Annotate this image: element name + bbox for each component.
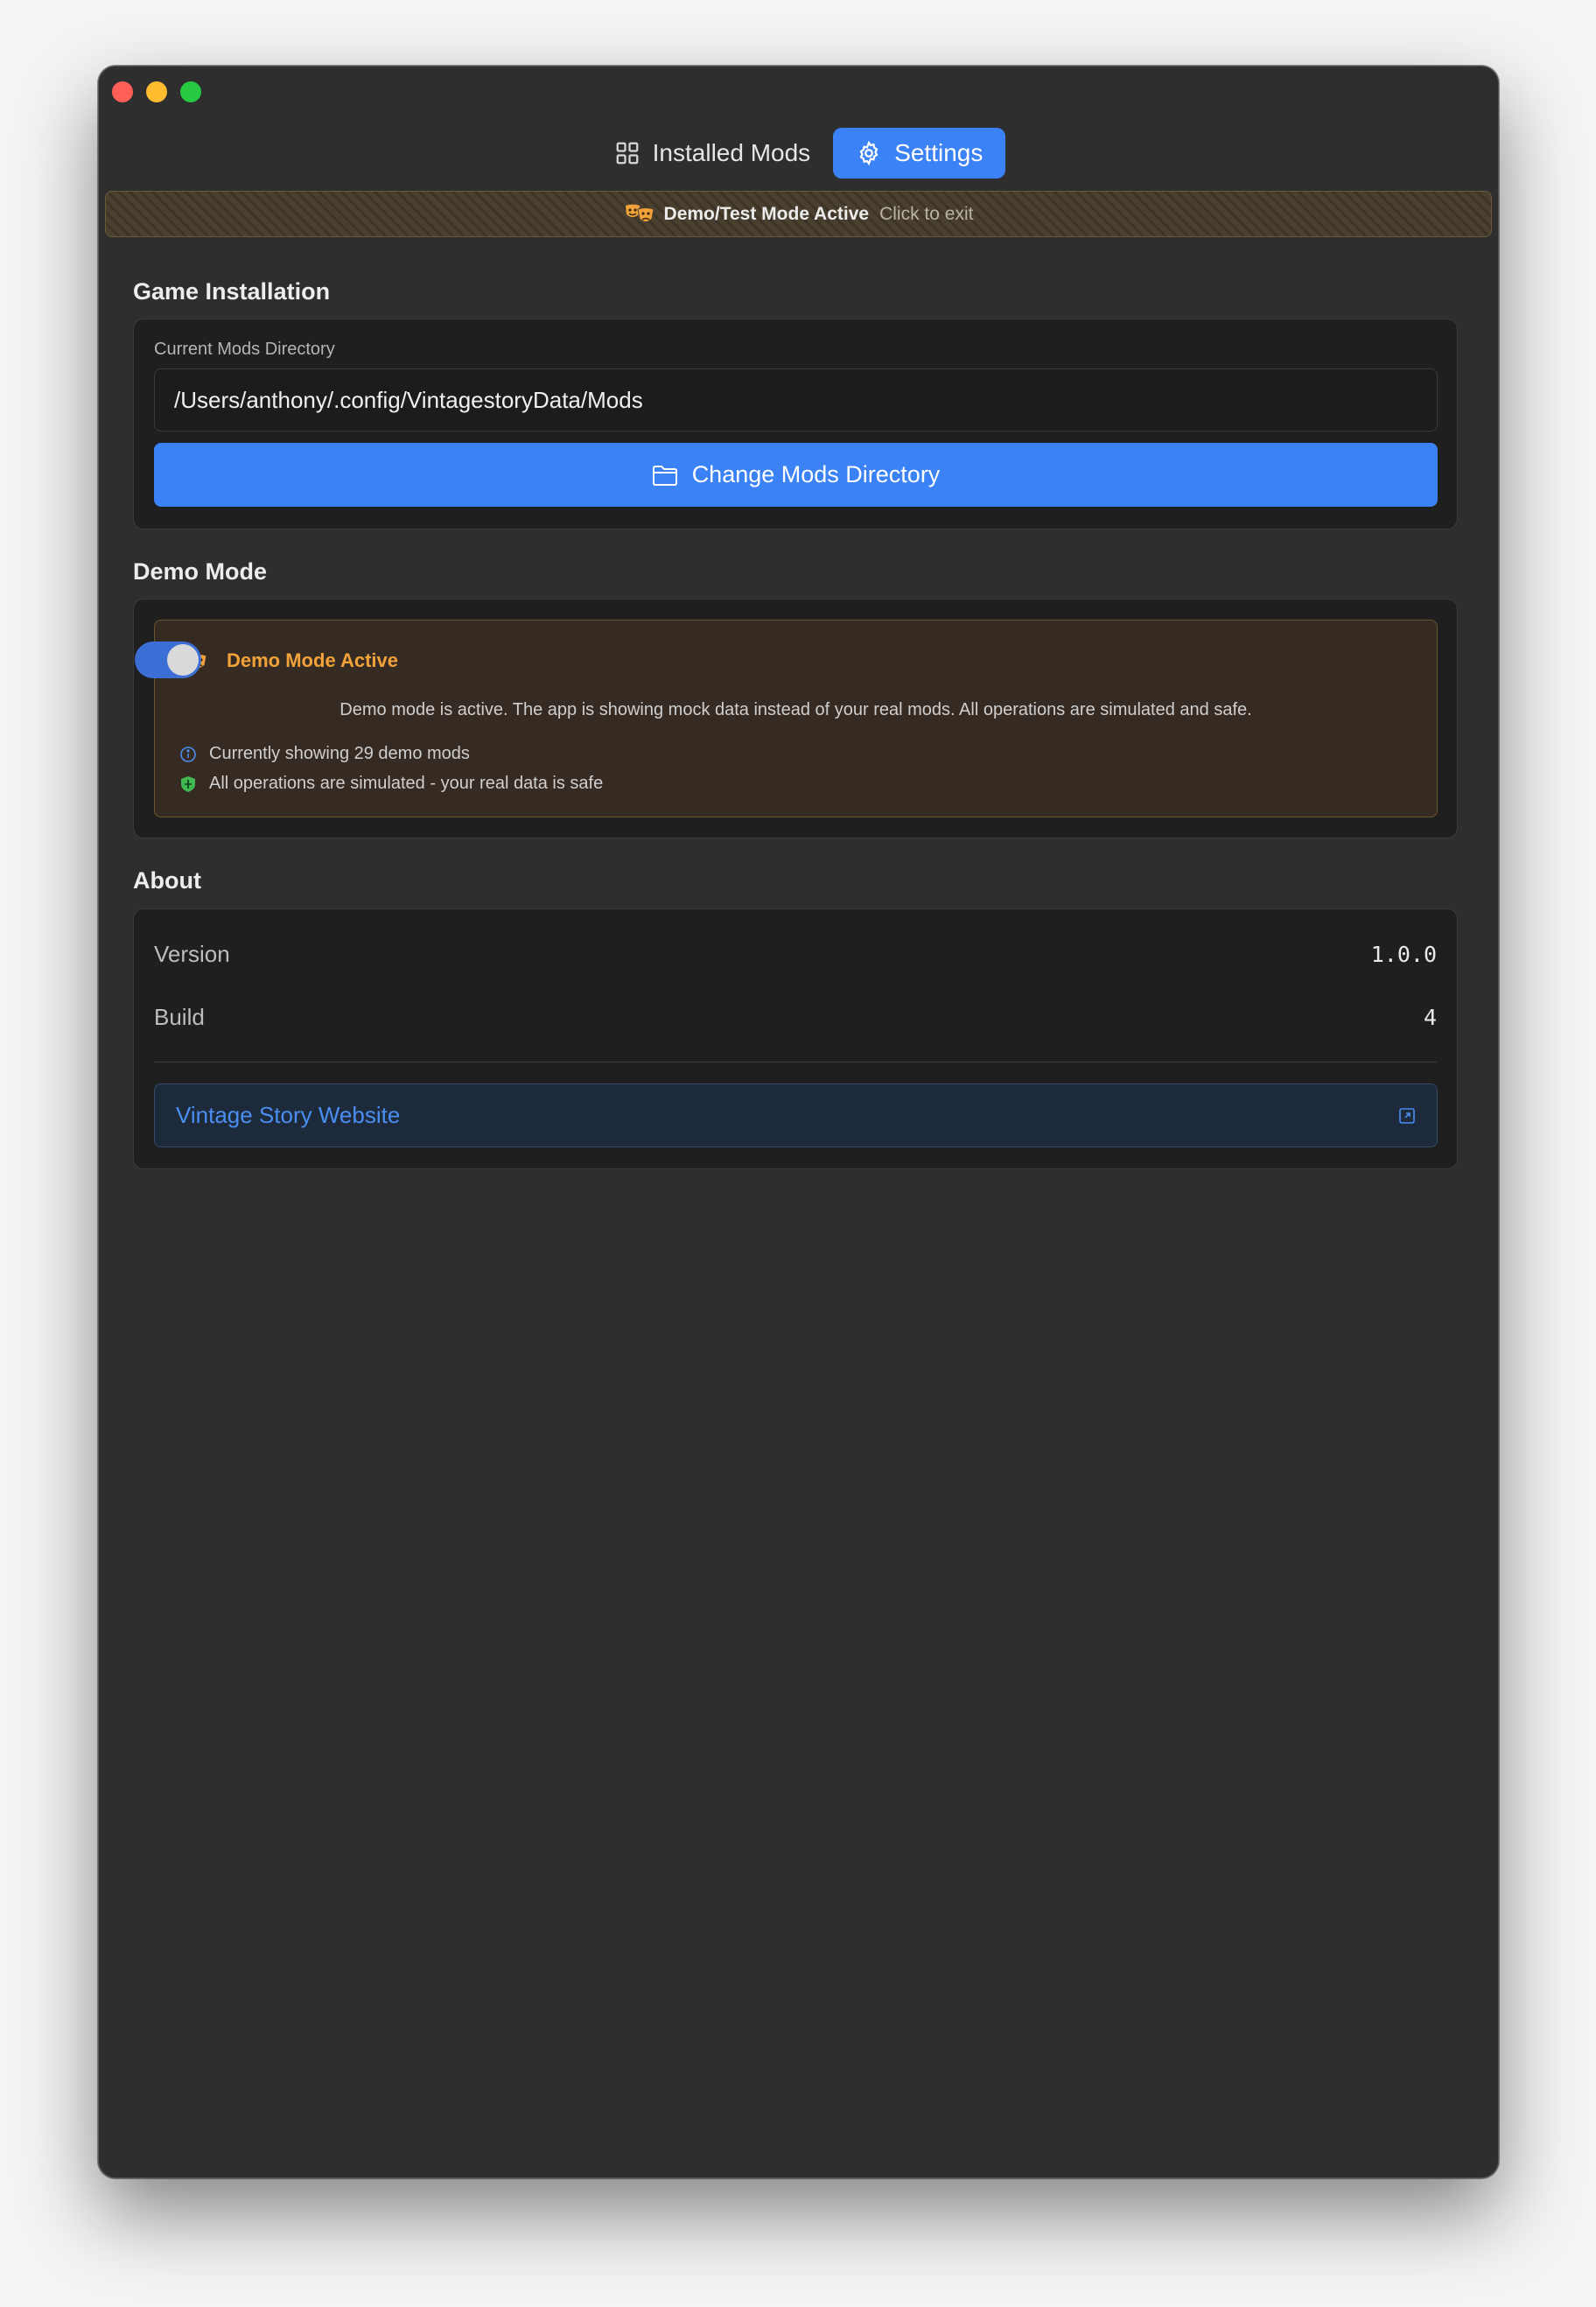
theater-masks-icon	[625, 204, 654, 222]
demo-info-line: Currently showing 29 demo mods	[179, 744, 470, 764]
build-value: 4	[1423, 1005, 1437, 1030]
shield-icon	[181, 775, 195, 792]
gear-icon	[859, 140, 878, 166]
demo-mode-heading: Demo Mode Active	[227, 649, 399, 671]
tab-bar: Installed Mods Settings	[99, 128, 1498, 179]
maximize-window-button[interactable]	[180, 81, 201, 102]
folder-icon	[652, 465, 677, 486]
demo-info-text: Currently showing 29 demo mods	[209, 744, 470, 763]
change-mods-directory-button[interactable]: Change Mods Directory	[154, 443, 1438, 507]
tab-label: Installed Mods	[652, 139, 811, 166]
demo-safe-line: All operations are simulated - your real…	[179, 774, 603, 794]
grid-icon	[616, 142, 639, 165]
demo-mode-toggle[interactable]	[135, 642, 201, 678]
banner-exit-label: Click to exit	[879, 203, 974, 224]
mods-directory-path: /Users/anthony/.config/VintagestoryData/…	[174, 386, 643, 413]
demo-mode-panel: Demo Mode Active Demo mode is active. Th…	[135, 620, 1438, 817]
external-link-icon	[1399, 1107, 1415, 1124]
section-title-about: About	[133, 867, 201, 894]
app-window: Installed Mods Settings Demo/Test Mode A…	[98, 66, 1499, 2178]
demo-mode-banner[interactable]: Demo/Test Mode Active Click to exit	[105, 191, 1492, 237]
demo-mode-description: Demo mode is active. The app is showing …	[340, 700, 1252, 719]
demo-mode-card: Demo Mode Active Demo mode is active. Th…	[133, 599, 1458, 838]
toggle-knob	[167, 644, 199, 676]
website-link-label: Vintage Story Website	[176, 1102, 401, 1128]
build-label: Build	[154, 1004, 205, 1030]
close-window-button[interactable]	[112, 81, 133, 102]
section-title-game-installation: Game Installation	[133, 278, 331, 305]
section-title-demo-mode: Demo Mode	[133, 558, 268, 585]
mods-directory-field[interactable]: /Users/anthony/.config/VintagestoryData/…	[154, 368, 1438, 431]
game-installation-card: Current Mods Directory /Users/anthony/.c…	[133, 319, 1458, 529]
tab-installed-mods[interactable]: Installed Mods	[592, 128, 834, 179]
info-icon	[180, 746, 196, 762]
mods-directory-label: Current Mods Directory	[154, 340, 335, 359]
version-value: 1.0.0	[1370, 942, 1437, 967]
tab-label: Settings	[894, 139, 984, 166]
version-label: Version	[154, 941, 230, 967]
demo-safe-text: All operations are simulated - your real…	[209, 774, 604, 793]
window-controls	[112, 81, 201, 102]
tab-settings[interactable]: Settings	[833, 128, 1006, 179]
minimize-window-button[interactable]	[146, 81, 167, 102]
banner-title: Demo/Test Mode Active	[663, 203, 870, 224]
about-card: Version 1.0.0 Build 4 Vintage Story Webs…	[133, 908, 1458, 1169]
change-mods-directory-label: Change Mods Directory	[691, 461, 941, 487]
vintage-story-website-link[interactable]: Vintage Story Website	[154, 1083, 1438, 1147]
